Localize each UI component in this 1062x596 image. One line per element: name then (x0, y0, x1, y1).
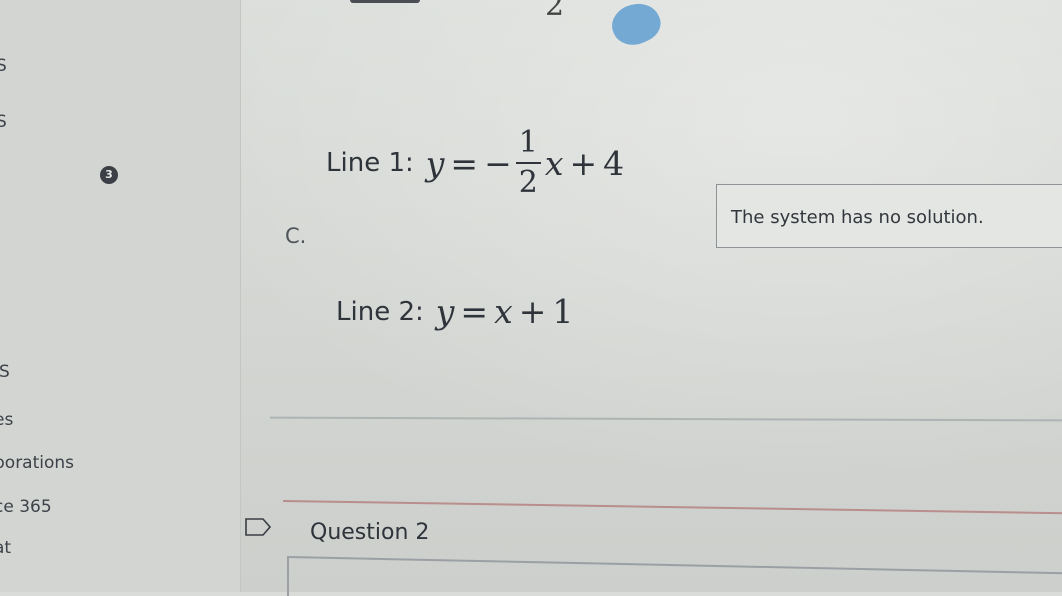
question-2-left-rule (287, 556, 289, 596)
line2-constant: 1 (552, 292, 574, 331)
line1-denominator: 2 (518, 165, 538, 200)
line2-label: Line 2: (336, 296, 424, 327)
line1-lhs: y (425, 143, 445, 183)
top-partial-digit: 2 (545, 0, 565, 23)
question-number-badge: 3 (100, 166, 118, 184)
line1-var: x (544, 143, 564, 183)
line1-plus: + (569, 143, 598, 183)
line1-fraction: 1 2 (515, 125, 541, 200)
top-partial-text (350, 0, 420, 3)
question-2-title: Question 2 (310, 520, 430, 545)
line2-equation: Line 2: y = x + 1 (336, 292, 573, 331)
sidebar: S S IS es borations ce 365 at (0, 0, 241, 592)
line1-numerator: 1 (518, 125, 538, 160)
question-2-bottom-rule (287, 556, 1062, 575)
blue-blob-icon (605, 0, 667, 53)
option-letter: C. (285, 224, 307, 248)
sidebar-item-5[interactable]: borations (0, 453, 74, 473)
sidebar-item-1[interactable]: S (0, 56, 7, 76)
line2-math: y = x + 1 (436, 292, 574, 331)
flag-icon[interactable] (245, 518, 271, 536)
fraction-bar (515, 162, 541, 164)
sidebar-item-3[interactable]: IS (0, 362, 10, 382)
line2-var: x (494, 292, 513, 331)
line2-plus: + (518, 292, 547, 331)
sidebar-item-4[interactable]: es (0, 410, 13, 430)
answer-option-text: The system has no solution. (731, 207, 984, 228)
line1-sign: − (484, 143, 512, 183)
line1-math: y = − 1 2 x + 4 (426, 128, 624, 198)
sidebar-item-6[interactable]: ce 365 (0, 497, 52, 517)
question-2-top-rule (282, 500, 1062, 515)
line2-lhs: y (435, 292, 455, 331)
sidebar-item-2[interactable]: S (0, 112, 7, 132)
answer-option-box[interactable]: The system has no solution. (716, 184, 1062, 248)
option-divider (269, 416, 1062, 422)
sidebar-item-7[interactable]: at (0, 538, 11, 558)
line1-equation: Line 1: y = − 1 2 x + 4 (326, 128, 624, 198)
line1-label: Line 1: (326, 148, 414, 178)
line1-constant: 4 (603, 143, 625, 183)
line1-equals: = (450, 143, 479, 183)
line2-equals: = (460, 292, 489, 331)
